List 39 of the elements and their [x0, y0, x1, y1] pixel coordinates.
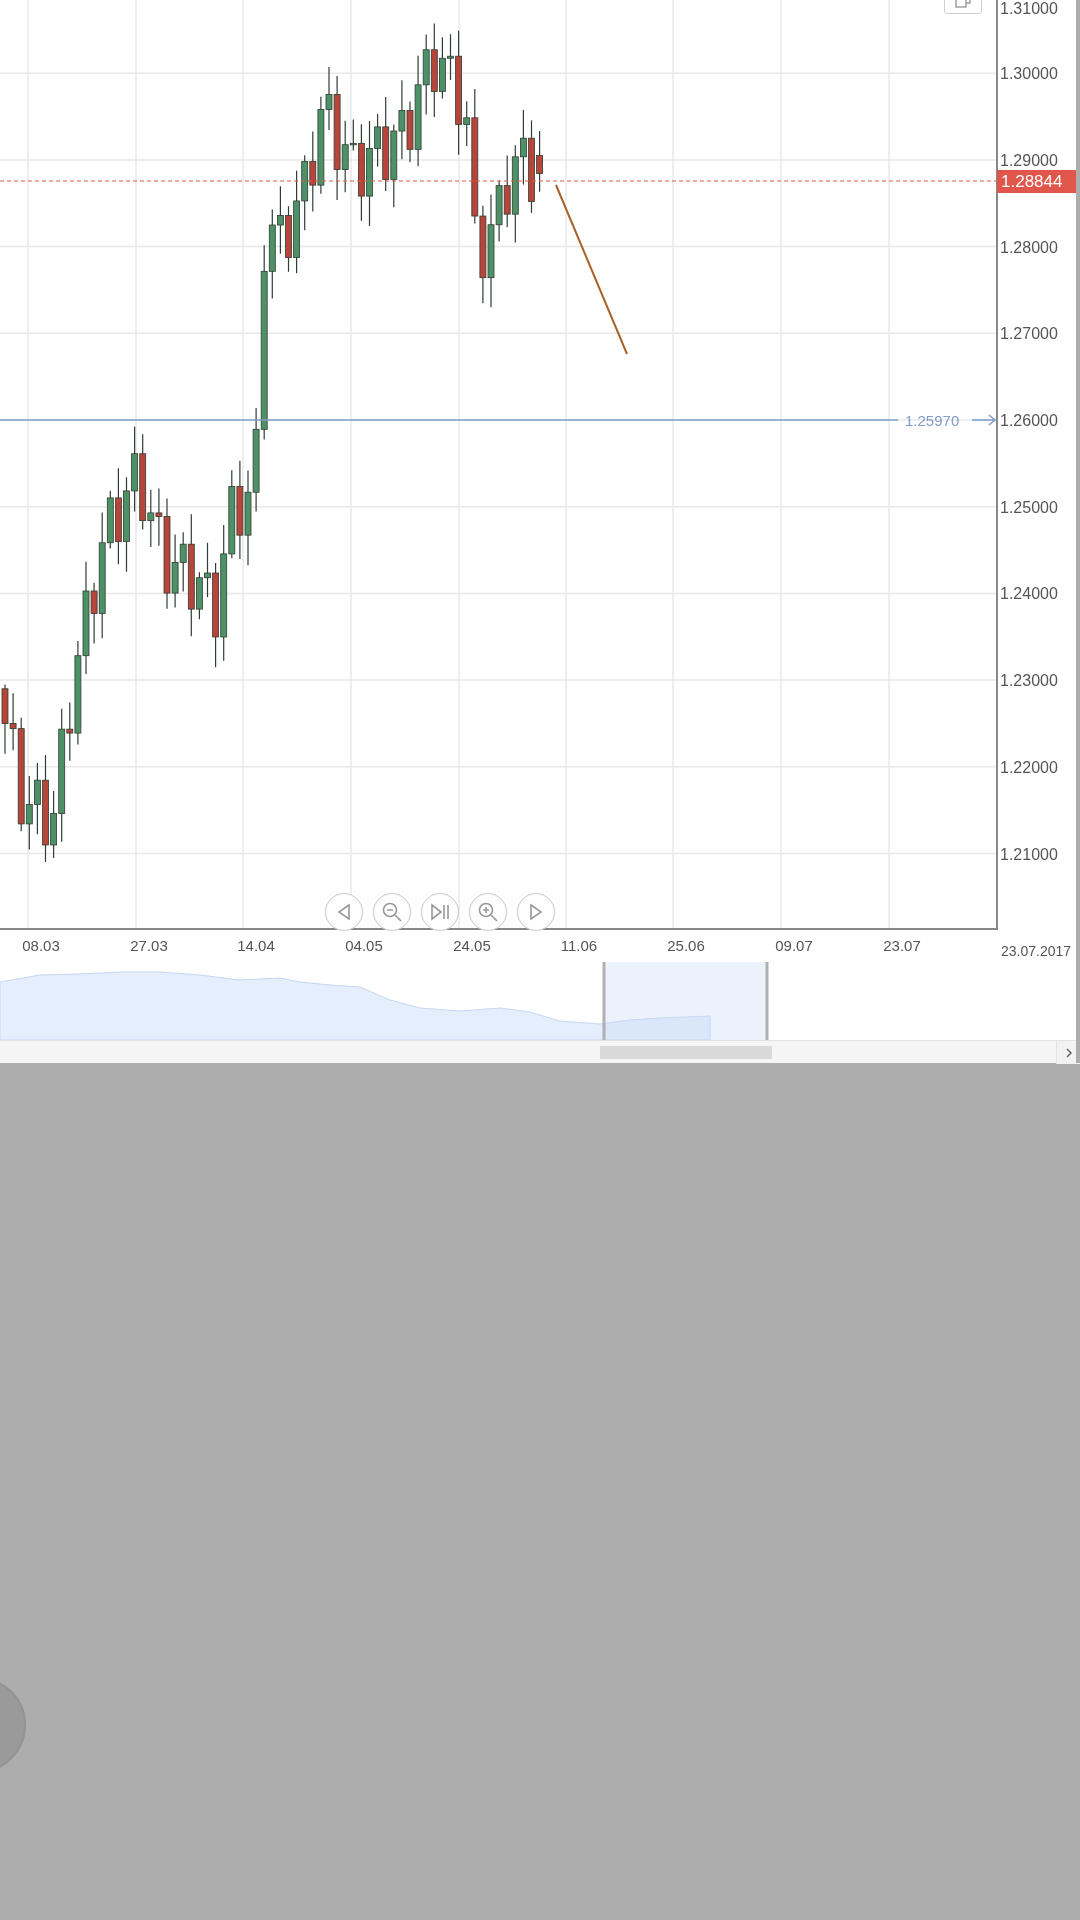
arrow-icon: [971, 414, 997, 426]
navigator-handle[interactable]: [765, 962, 769, 1040]
reset-button[interactable]: [421, 893, 459, 931]
y-axis-label: 1.29000: [1000, 151, 1058, 169]
y-axis-label: 1.27000: [1000, 325, 1058, 343]
x-axis-end-date: 23.07.2017: [1000, 943, 1072, 959]
x-axis-label: 11.06: [560, 937, 598, 954]
zoom-out-button[interactable]: [373, 893, 411, 931]
zoom-out-icon: [381, 901, 403, 923]
chevron-right-icon: [1064, 1046, 1073, 1059]
scrollbar-thumb[interactable]: [600, 1045, 772, 1059]
copy-icon: [954, 0, 972, 9]
x-axis-label: 08.03: [22, 937, 60, 954]
skip-to-end-icon: [429, 903, 451, 921]
x-axis-label: 04.05: [345, 937, 383, 954]
back-button[interactable]: [325, 893, 363, 931]
y-axis-label: 1.31000: [1000, 0, 1058, 17]
horizontal-line-label: 1.25970: [905, 412, 960, 429]
y-axis-label: 1.23000: [1000, 672, 1058, 690]
x-axis-label: 24.05: [453, 937, 491, 954]
x-axis-label: 23.07: [883, 937, 921, 954]
zoom-in-button[interactable]: [469, 893, 507, 931]
y-axis-label: 1.26000: [1000, 412, 1058, 429]
forward-icon: [528, 903, 544, 921]
forward-button[interactable]: [517, 893, 555, 931]
y-axis-label: 1.22000: [1000, 758, 1058, 776]
y-axis-label: 1.24000: [1000, 585, 1058, 603]
back-icon: [336, 903, 352, 921]
y-axis-label: 1.30000: [1000, 65, 1058, 83]
x-axis-label: 27.03: [130, 937, 168, 954]
y-axis-label: 1.21000: [1000, 845, 1058, 863]
scrollbar[interactable]: [0, 1040, 1080, 1063]
x-axis-label: 09.07: [775, 937, 813, 954]
x-axis-label: 14.04: [237, 937, 275, 954]
navigator-handle[interactable]: [602, 962, 606, 1040]
x-axis-label: 25.06: [667, 937, 705, 954]
y-axis-label: 1.28000: [1000, 238, 1058, 256]
zoom-in-icon: [477, 901, 499, 923]
y-axis-label: 1.25000: [1000, 498, 1058, 516]
